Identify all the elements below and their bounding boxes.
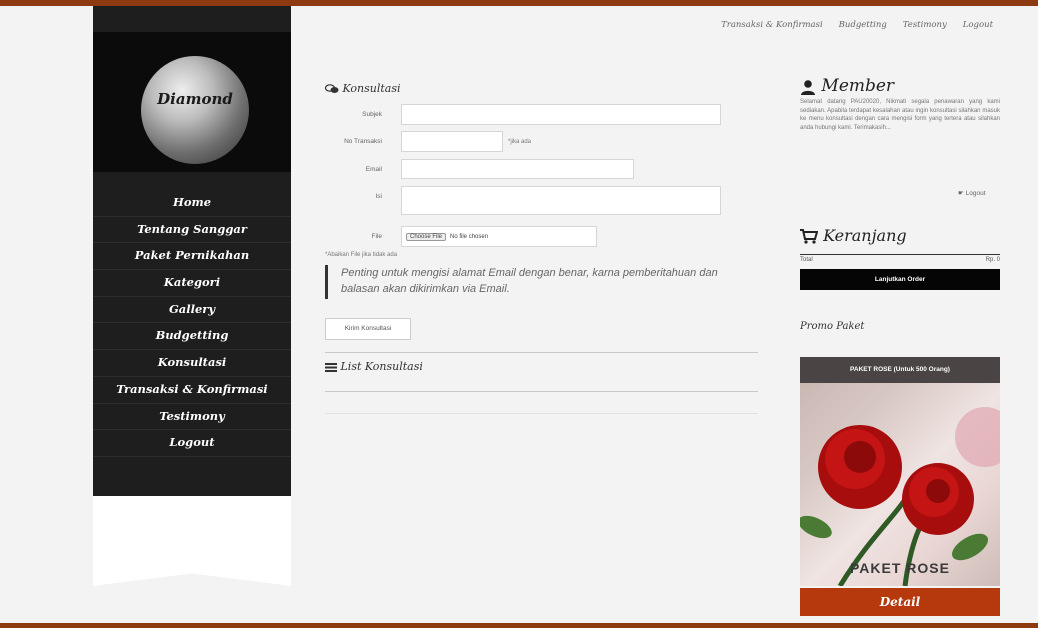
logout-icon: ☛ (958, 190, 964, 197)
subjek-input[interactable] (401, 104, 721, 125)
sidebar-item-tentang-sanggar[interactable]: Tentang Sanggar (93, 217, 291, 244)
top-menu-transaksi[interactable]: Transaksi & Konfirmasi (721, 20, 823, 30)
sidebar-item-kategori[interactable]: Kategori (93, 270, 291, 297)
lanjutkan-order-button[interactable]: Lanjutkan Order (800, 269, 1000, 290)
top-menu-logout[interactable]: Logout (963, 20, 993, 30)
konsultasi-title-text: Konsultasi (342, 82, 401, 95)
choose-file-button[interactable]: Choose File (406, 232, 447, 241)
detail-button[interactable]: Detail (800, 588, 1000, 616)
subjek-label: Subjek (362, 111, 382, 118)
cart-title-text: Keranjang (823, 226, 907, 245)
file-label: File (371, 233, 382, 240)
promo-card-image[interactable] (800, 357, 1000, 586)
sidebar-item-konsultasi[interactable]: Konsultasi (93, 350, 291, 377)
no-transaksi-input[interactable] (401, 131, 503, 152)
member-title: Member (800, 76, 894, 96)
no-transaksi-label: No Transaksi (344, 138, 382, 145)
cart-total-label: Total (800, 257, 813, 263)
top-menu: Transaksi & Konfirmasi Budgetting Testim… (721, 20, 993, 30)
promo-card-header: PAKET ROSE (Untuk 500 Orang) (800, 357, 1000, 383)
user-icon (801, 79, 815, 95)
member-title-text: Member (821, 76, 895, 96)
list-icon (325, 362, 337, 372)
divider (325, 391, 758, 392)
cart-title: Keranjang (800, 226, 907, 245)
cart-icon (800, 229, 818, 244)
member-welcome-text: Selamat datang PAU20020, Nikmati segala … (800, 99, 1000, 131)
konsultasi-title: Konsultasi (325, 82, 401, 95)
promo-card-label: PAKET ROSE (850, 560, 950, 576)
member-logout-link[interactable]: ☛ Logout (958, 189, 986, 197)
sidebar-item-testimony[interactable]: Testimony (93, 404, 291, 431)
kirim-konsultasi-button[interactable]: Kirim Konsultasi (325, 318, 411, 340)
no-transaksi-hint: *jika ada (508, 139, 532, 145)
sidebar-item-budgetting[interactable]: Budgetting (93, 323, 291, 351)
divider (325, 413, 758, 414)
email-input[interactable] (401, 159, 634, 179)
sidebar-ribbon-tail (93, 496, 291, 586)
file-input[interactable]: Choose File No file chosen (401, 226, 597, 247)
sidebar-item-logout[interactable]: Logout (93, 430, 291, 457)
rose-image (800, 407, 1000, 586)
cart-total-value: Rp. 0 (985, 257, 1000, 263)
divider (325, 352, 758, 353)
logo-text: Diamond (157, 90, 233, 108)
top-menu-testimony[interactable]: Testimony (903, 20, 947, 30)
sidebar-item-transaksi[interactable]: Transaksi & Konfirmasi (93, 377, 291, 404)
file-status: No file chosen (450, 233, 489, 240)
comments-icon (325, 84, 339, 93)
important-note: Penting untuk mengisi alamat Email denga… (325, 265, 731, 299)
list-konsultasi-text: List Konsultasi (340, 360, 423, 373)
cart-total-row: Total Rp. 0 (800, 254, 1000, 263)
member-logout-label: Logout (965, 190, 986, 197)
top-menu-budgetting[interactable]: Budgetting (839, 20, 887, 30)
email-label: Email (365, 166, 382, 173)
sidebar-item-paket-pernikahan[interactable]: Paket Pernikahan (93, 243, 291, 271)
list-konsultasi-title: List Konsultasi (325, 360, 423, 373)
isi-textarea[interactable] (401, 186, 721, 215)
isi-label: Isi (375, 193, 383, 200)
sidebar-nav: Home Tentang Sanggar Paket Pernikahan Ka… (93, 190, 291, 457)
logo-image[interactable] (141, 56, 249, 164)
sidebar-item-home[interactable]: Home (93, 190, 291, 217)
file-hint: *Abaikan File jika tidak ada (325, 252, 398, 258)
promo-title: Promo Paket (800, 321, 865, 332)
bottom-accent-bar (0, 623, 1038, 628)
sidebar-item-gallery[interactable]: Gallery (93, 297, 291, 324)
